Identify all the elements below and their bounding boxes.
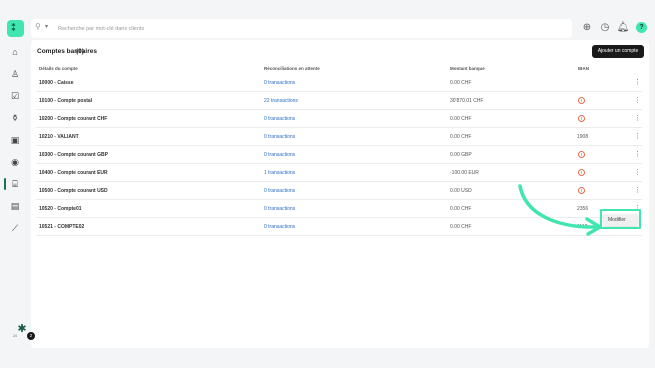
page-title: Comptes bancaires bbox=[37, 48, 97, 55]
highlight-box bbox=[600, 209, 641, 229]
sidebar: ⌂ ♙ ☑ ⚱ ▣ ◉ ⌸ ▤ ⟋ bbox=[0, 44, 30, 348]
account-name: 10210 - VALIANT bbox=[39, 134, 79, 140]
reconciliation-link[interactable]: 0 transactions bbox=[264, 224, 295, 230]
iban-value: 1908 bbox=[577, 134, 589, 140]
user-avatar[interactable]: ? bbox=[636, 22, 647, 33]
user-circle-icon[interactable]: ◉ bbox=[8, 156, 22, 168]
table-row[interactable]: 10400 - Compte courant EUR 1 transactions… bbox=[36, 164, 642, 182]
users-icon[interactable]: ♙ bbox=[8, 68, 22, 80]
reconciliation-link[interactable]: 0 transactions bbox=[264, 206, 295, 212]
warning-icon: ! bbox=[578, 169, 585, 176]
account-name: 10521 - COMPTE02 bbox=[39, 224, 85, 230]
row-menu-icon[interactable]: ⋮ bbox=[634, 132, 641, 141]
table-row[interactable]: 10300 - Compte courant GBP 0 transactions… bbox=[36, 146, 642, 164]
table-row[interactable]: 10100 - Compte postal 22 transactions 30'8… bbox=[36, 92, 642, 110]
bank-amount: 0.00 CHF bbox=[450, 206, 472, 212]
account-name: 10100 - Compte postal bbox=[39, 98, 93, 104]
header-details: Détails du compte bbox=[39, 66, 78, 71]
bell-icon[interactable]: 🔔︎ bbox=[616, 21, 630, 35]
reconciliation-link[interactable]: 0 transactions bbox=[264, 134, 295, 140]
bank-amount: -100.00 EUR bbox=[450, 170, 479, 176]
reconciliation-link[interactable]: 1 transactions bbox=[264, 170, 295, 176]
money-icon[interactable]: ⚱ bbox=[8, 112, 22, 124]
chart-icon[interactable]: ⟋ bbox=[8, 222, 22, 234]
search-icon: ⚲ bbox=[35, 22, 41, 31]
document-icon[interactable]: ▤ bbox=[8, 200, 22, 212]
row-menu-icon[interactable]: ⋮ bbox=[634, 186, 641, 195]
home-icon[interactable]: ⌂ bbox=[8, 46, 22, 58]
pointer-arrow bbox=[518, 184, 602, 236]
row-menu-icon[interactable]: ⋮ bbox=[634, 168, 641, 177]
active-indicator bbox=[4, 178, 6, 190]
warning-icon: ! bbox=[578, 115, 585, 122]
chevron-down-icon[interactable]: ▾ bbox=[45, 23, 48, 30]
reconciliation-link[interactable]: 0 transactions bbox=[264, 80, 295, 86]
account-name: 10000 - Caisse bbox=[39, 80, 74, 86]
account-name: 10520 - Compte01 bbox=[39, 206, 82, 212]
warning-icon: ! bbox=[578, 97, 585, 104]
table-row[interactable]: 10200 - Compte courant CHF 0 transactions… bbox=[36, 110, 642, 128]
plus-circle-icon[interactable]: ⊕ bbox=[580, 21, 594, 35]
bank-icon[interactable]: ⌸ bbox=[8, 178, 22, 190]
bank-amount: 0.00 USD bbox=[450, 188, 472, 194]
row-menu-icon[interactable]: ⋮ bbox=[634, 96, 641, 105]
notification-badge: 2 bbox=[27, 332, 35, 340]
table-header: Détails du compte Réconciliations en att… bbox=[36, 64, 642, 74]
search-bar[interactable]: ⚲ ▾ bbox=[31, 19, 572, 38]
clock-icon[interactable]: ◷ bbox=[598, 21, 612, 35]
row-menu-icon[interactable]: ⋮ bbox=[634, 114, 641, 123]
account-name: 10300 - Compte courant GBP bbox=[39, 152, 108, 158]
bank-amount: 0.00 CHF bbox=[450, 80, 472, 86]
header-amount: Montant banque bbox=[450, 66, 485, 71]
row-menu-icon[interactable]: ⋮ bbox=[634, 150, 641, 159]
account-count: (9) bbox=[76, 48, 84, 55]
account-name: 10500 - Compte courant USD bbox=[39, 188, 108, 194]
account-name: 10200 - Compte courant CHF bbox=[39, 116, 108, 122]
bag-icon[interactable]: ▣ bbox=[8, 134, 22, 146]
bank-amount: 0.00 CHF bbox=[450, 134, 472, 140]
bank-amount: 0.00 GBP bbox=[450, 152, 472, 158]
reconciliation-link[interactable]: 0 transactions bbox=[264, 188, 295, 194]
reconciliation-link[interactable]: 0 transactions bbox=[264, 116, 295, 122]
table-row[interactable]: 10210 - VALIANT 0 transactions 0.00 CHF 190… bbox=[36, 128, 642, 146]
check-icon[interactable]: ☑ bbox=[8, 90, 22, 102]
reconciliation-link[interactable]: 22 transactions bbox=[264, 98, 298, 104]
app-logo[interactable]: ⁑ bbox=[7, 20, 24, 37]
header-iban: IBAN bbox=[578, 66, 589, 71]
warning-icon: ! bbox=[578, 151, 585, 158]
search-input[interactable] bbox=[58, 21, 558, 36]
bank-amount: 0.00 CHF bbox=[450, 224, 472, 230]
reconciliation-link[interactable]: 0 transactions bbox=[264, 152, 295, 158]
logo-mark: ⁑ bbox=[11, 23, 17, 34]
account-name: 10400 - Compte courant EUR bbox=[39, 170, 108, 176]
add-account-button[interactable]: Ajouter un compte bbox=[592, 45, 644, 58]
bank-amount: 30'870.01 CHF bbox=[450, 98, 484, 104]
workspace-small-label: 24 bbox=[13, 334, 17, 338]
row-menu-icon[interactable]: ⋮ bbox=[634, 78, 641, 87]
bank-amount: 0.00 CHF bbox=[450, 116, 472, 122]
header-reconciliations: Réconciliations en attente bbox=[264, 66, 320, 71]
workspace-avatar[interactable]: ✱ 2 24 bbox=[13, 322, 35, 340]
table-row[interactable]: 10000 - Caisse 0 transactions 0.00 CHF ⋮ bbox=[36, 74, 642, 92]
